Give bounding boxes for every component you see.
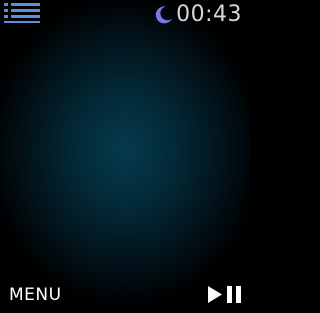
menu-button[interactable]: MENU (9, 285, 62, 305)
play-pause-icon[interactable] (208, 286, 242, 303)
status-bar: 00:43 (153, 1, 242, 29)
list-icon[interactable] (4, 3, 40, 23)
clock-time: 00:43 (176, 2, 242, 27)
moon-icon (155, 6, 173, 24)
watch-screen: 00:43 MENU (0, 0, 250, 313)
